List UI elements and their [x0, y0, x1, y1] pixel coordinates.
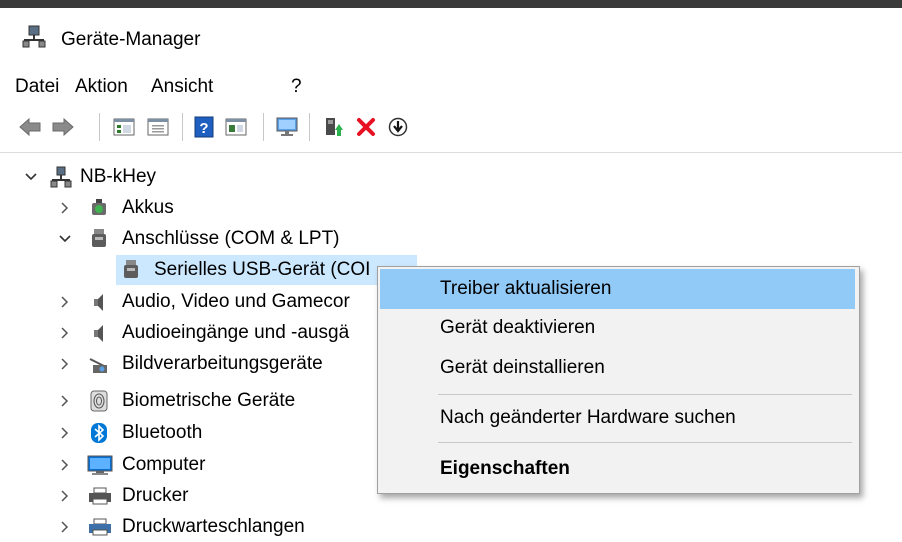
fingerprint-icon: [90, 390, 108, 412]
tree-item-audio-video[interactable]: Audio, Video und Gamecor: [0, 287, 377, 317]
menu-item-label: Nach geänderter Hardware suchen: [440, 407, 736, 428]
chevron-right-icon[interactable]: [58, 386, 72, 416]
tree-item-imaging[interactable]: Bildverarbeitungsgeräte: [0, 349, 377, 379]
chevron-right-icon[interactable]: [58, 512, 72, 542]
menu-item-scan-hardware[interactable]: Nach geänderter Hardware suchen: [380, 398, 855, 438]
tree-item-label: Biometrische Geräte: [122, 390, 296, 411]
tree-item-label: Drucker: [122, 485, 189, 506]
forward-icon[interactable]: [50, 114, 76, 140]
chevron-right-icon[interactable]: [58, 418, 72, 448]
context-menu: Treiber aktualisieren Gerät deaktivieren…: [377, 266, 860, 494]
tree-item-label: Anschlüsse (COM & LPT): [122, 228, 340, 249]
computer-icon: [87, 455, 113, 475]
battery-icon: [92, 199, 106, 215]
tree-item-anschluesse[interactable]: Anschlüsse (COM & LPT): [0, 224, 400, 254]
action-view-icon[interactable]: [223, 114, 249, 140]
tree-item-print-queues[interactable]: Druckwarteschlangen: [0, 512, 377, 542]
back-icon[interactable]: [17, 114, 43, 140]
title-bar: Geräte-Manager: [0, 8, 902, 66]
toolbar-separator: [309, 113, 310, 141]
menu-item-properties[interactable]: Eigenschaften: [380, 449, 855, 489]
toolbar-separator: [99, 113, 100, 141]
menu-item-label: Eigenschaften: [440, 458, 570, 479]
speaker-icon: [94, 294, 103, 311]
chevron-down-icon[interactable]: [24, 162, 38, 192]
tree-item-computer[interactable]: Computer: [0, 450, 377, 480]
menu-item-label: Treiber aktualisieren: [440, 278, 612, 299]
chevron-right-icon[interactable]: [58, 193, 72, 223]
tree-item-label: Bildverarbeitungsgeräte: [122, 353, 323, 374]
monitor-icon[interactable]: [274, 114, 300, 140]
port-icon: [92, 229, 106, 247]
enable-icon[interactable]: [385, 114, 411, 140]
tree-item-audio-io[interactable]: Audioeingänge und -ausgä: [0, 318, 377, 348]
menu-item-label: Gerät deinstallieren: [440, 357, 605, 378]
device-manager-icon: [22, 25, 46, 48]
chevron-down-icon[interactable]: [58, 224, 72, 254]
computer-root-icon: [50, 166, 72, 188]
uninstall-icon[interactable]: [353, 114, 379, 140]
tree-item-label: Akkus: [122, 197, 174, 218]
help-icon[interactable]: ?: [191, 114, 217, 140]
tree-root-label: NB-kHey: [80, 166, 157, 187]
toolbar-separator: [182, 113, 183, 141]
toolbar-separator: [263, 113, 264, 141]
menu-bar: [0, 66, 902, 106]
tree-item-label: Audio, Video und Gamecor: [122, 291, 350, 312]
svg-text:?: ?: [199, 120, 208, 137]
tree-item-akkus[interactable]: Akkus: [0, 193, 300, 223]
tree-item-serial-usb-device[interactable]: Serielles USB-Gerät (COI: [116, 255, 417, 285]
tree-root[interactable]: NB-kHey: [0, 162, 300, 192]
window-title: Geräte-Manager: [61, 29, 201, 50]
printer-icon: [89, 487, 111, 505]
menu-item-uninstall-device[interactable]: Gerät deinstallieren: [380, 348, 855, 388]
chevron-right-icon[interactable]: [58, 318, 72, 348]
port-icon: [124, 260, 138, 278]
tree-item-label: Audioeingänge und -ausgä: [122, 322, 350, 343]
tree-item-label: Druckwarteschlangen: [122, 516, 305, 537]
tree-item-label: Bluetooth: [122, 422, 203, 443]
menu-item-disable-device[interactable]: Gerät deaktivieren: [380, 308, 855, 348]
properties-view-icon[interactable]: [145, 114, 171, 140]
menu-item-update-driver[interactable]: Treiber aktualisieren: [380, 269, 855, 309]
menu-separator: [438, 442, 852, 443]
tree-item-bluetooth[interactable]: Bluetooth: [0, 418, 377, 448]
menu-datei[interactable]: Datei: [15, 76, 59, 98]
menu-ansicht[interactable]: Ansicht: [151, 76, 213, 98]
menu-separator: [438, 394, 852, 395]
bluetooth-icon: [91, 423, 107, 443]
printer-icon: [89, 518, 111, 536]
chevron-right-icon[interactable]: [58, 481, 72, 511]
speaker-icon: [94, 325, 103, 342]
camera-icon: [89, 358, 107, 373]
update-driver-icon[interactable]: [321, 114, 347, 140]
tree-view-icon[interactable]: [111, 114, 137, 140]
tree-item-biometric[interactable]: Biometrische Geräte: [0, 386, 377, 416]
window-top-edge: [0, 0, 902, 8]
chevron-right-icon[interactable]: [58, 349, 72, 379]
chevron-right-icon[interactable]: [58, 287, 72, 317]
tree-item-label: Computer: [122, 454, 206, 475]
tree-item-printer[interactable]: Drucker: [0, 481, 377, 511]
menu-help[interactable]: ?: [291, 76, 302, 98]
chevron-right-icon[interactable]: [58, 450, 72, 480]
menu-aktion[interactable]: Aktion: [75, 76, 128, 98]
menu-item-label: Gerät deaktivieren: [440, 317, 596, 338]
tree-item-label: Serielles USB-Gerät (COI: [154, 259, 371, 280]
